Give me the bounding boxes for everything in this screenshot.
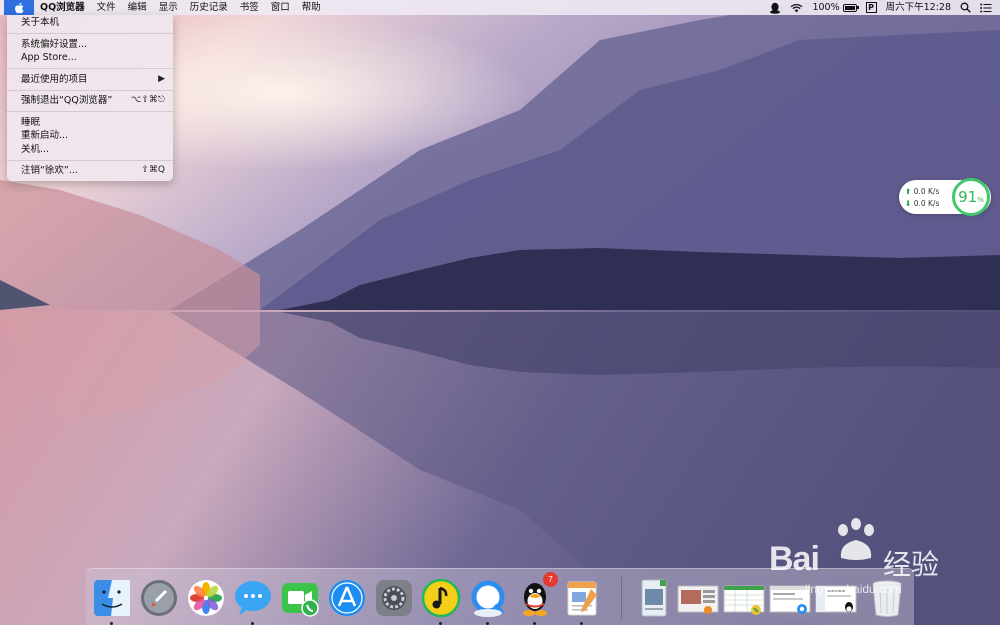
input-method-icon[interactable]: P [865, 2, 877, 13]
apple-dropdown-menu: 关于本机 系统偏好设置... App Store... 最近使用的项目 ▶ 强制退… [7, 15, 173, 181]
upload-speed-value: 0.0 K/s [913, 187, 940, 196]
memory-usage-unit: % [977, 195, 984, 204]
finder-icon[interactable] [91, 577, 133, 625]
battery-indicator[interactable]: 100% [812, 0, 859, 15]
menu-item-system-preferences[interactable]: 系统偏好设置... [7, 38, 173, 52]
menu-item-force-quit[interactable]: 强制退出“QQ浏览器” ⌥⇧⌘⎋ [7, 94, 173, 108]
wifi-icon[interactable] [790, 3, 803, 13]
menu-separator [7, 159, 173, 161]
memory-usage-value: 91 [958, 188, 978, 206]
dock-divider [621, 577, 622, 619]
menu-view[interactable]: 显示 [153, 0, 184, 15]
screenshot-thumbnail-icon[interactable] [677, 577, 721, 619]
download-arrow-icon: ⬇ [905, 199, 912, 208]
notification-center-icon[interactable] [980, 3, 992, 13]
menu-item-shortcut: ⇧⌘Q [141, 165, 165, 175]
spotlight-search-icon[interactable] [960, 2, 971, 13]
menu-edit[interactable]: 编辑 [122, 0, 153, 15]
spreadsheet-thumbnail-icon[interactable] [723, 577, 767, 619]
browser-thumbnail-icon[interactable] [769, 577, 813, 619]
pages-icon[interactable] [561, 577, 603, 625]
menu-item-label: 重新启动... [21, 130, 69, 141]
status-area: 100% P 周六下午12:28 [760, 0, 1000, 15]
network-speed-widget[interactable]: ⬆ 0.0 K/s ⬇ 0.0 K/s 91% [899, 178, 991, 216]
upload-speed: ⬆ 0.0 K/s [905, 187, 939, 196]
menu-item-restart[interactable]: 重新启动... [7, 129, 173, 143]
menu-separator [7, 68, 173, 69]
upload-arrow-icon: ⬆ [905, 187, 912, 196]
menu-item-recent-items[interactable]: 最近使用的项目 ▶ [7, 73, 173, 87]
menu-item-shut-down[interactable]: 关机... [7, 143, 173, 157]
photos-icon[interactable] [185, 577, 227, 619]
qq-status-icon[interactable] [769, 2, 781, 14]
menu-file[interactable]: 文件 [91, 0, 122, 15]
apple-menu-button[interactable] [4, 0, 34, 15]
dock: 7 [86, 568, 914, 625]
battery-percent: 100% [812, 2, 840, 13]
qq-thumbnail-icon[interactable] [815, 577, 859, 619]
system-preferences-icon[interactable] [373, 577, 415, 619]
launchpad-icon[interactable] [138, 577, 180, 619]
submenu-arrow-icon: ▶ [158, 73, 165, 84]
menu-window[interactable]: 窗口 [265, 0, 296, 15]
messages-icon[interactable] [232, 577, 274, 625]
menu-item-log-out[interactable]: 注销“徐欢”... ⇧⌘Q [7, 164, 173, 178]
menu-item-label: 强制退出“QQ浏览器” [21, 95, 113, 106]
menu-bar: QQ浏览器 文件 编辑 显示 历史记录 书签 窗口 帮助 100% P 周六下午… [0, 0, 1000, 15]
menu-bookmarks[interactable]: 书签 [234, 0, 265, 15]
menu-history[interactable]: 历史记录 [184, 0, 234, 15]
notification-badge: 7 [543, 572, 558, 587]
memory-usage-ring[interactable]: 91% [952, 178, 990, 216]
menu-item-shortcut: ⌥⇧⌘⎋ [130, 95, 165, 105]
menu-item-label: 系统偏好设置... [21, 38, 88, 50]
menu-separator [7, 89, 173, 91]
trash-icon[interactable] [866, 577, 908, 619]
menu-item-label: 关机... [21, 143, 50, 155]
qq-music-icon[interactable] [420, 577, 462, 625]
menu-item-label: 睡眠 [21, 116, 41, 128]
menu-help[interactable]: 帮助 [296, 0, 327, 15]
battery-icon [842, 3, 859, 12]
facetime-icon[interactable] [279, 577, 321, 619]
download-speed: ⬇ 0.0 K/s [905, 199, 939, 208]
qq-browser-icon[interactable] [467, 577, 509, 625]
download-speed-value: 0.0 K/s [913, 199, 940, 208]
menu-item-about-this-mac[interactable]: 关于本机 [7, 16, 173, 30]
menu-item-label: App Store... [21, 52, 77, 63]
menu-item-label: 最近使用的项目 [21, 73, 88, 85]
menu-separator [7, 33, 173, 34]
menu-item-sleep[interactable]: 睡眠 [7, 116, 173, 130]
apple-logo-icon [15, 2, 24, 13]
qq-icon[interactable]: 7 [514, 572, 558, 625]
menu-item-label: 注销“徐欢”... [21, 165, 78, 176]
preview-document-icon[interactable] [633, 577, 675, 619]
clock[interactable]: 周六下午12:28 [886, 0, 951, 15]
menu-separator [7, 111, 173, 112]
menu-item-label: 关于本机 [21, 17, 60, 28]
app-store-icon[interactable] [326, 577, 368, 619]
menu-item-app-store[interactable]: App Store... [7, 51, 173, 65]
app-name-menu[interactable]: QQ浏览器 [34, 0, 91, 15]
